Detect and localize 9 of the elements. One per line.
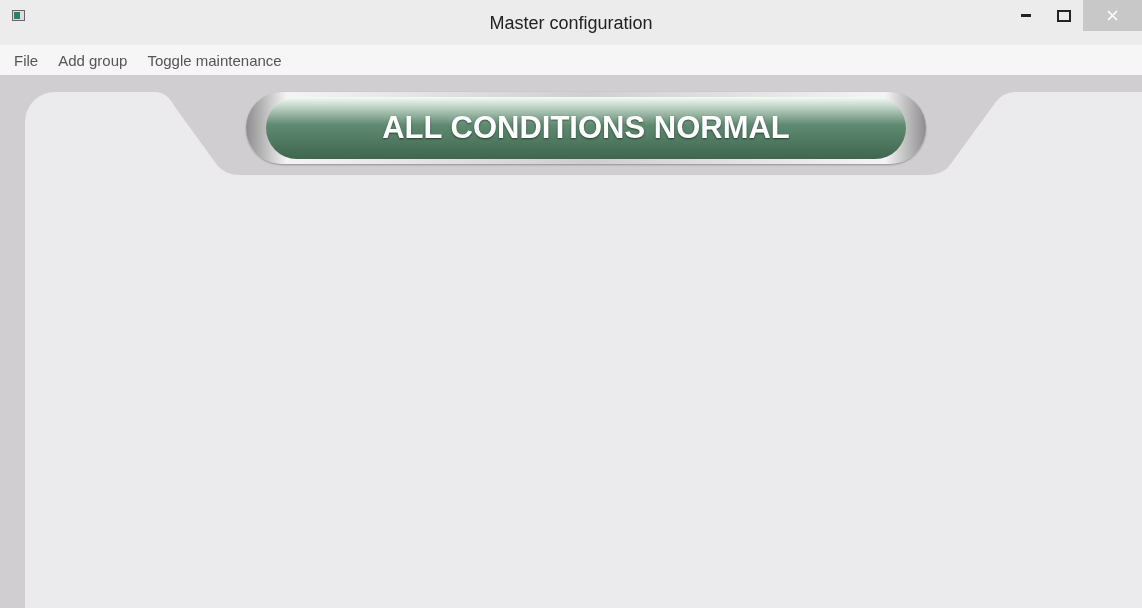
menu-item[interactable]: File — [14, 51, 39, 69]
maximize-icon — [1057, 9, 1071, 22]
menu-item[interactable]: Toggle maintenance — [147, 51, 282, 69]
window-title: Master configuration — [488, 13, 654, 34]
app-icon — [12, 10, 25, 21]
menu-item[interactable]: Add group — [58, 51, 128, 69]
minimize-icon — [1021, 14, 1031, 17]
close-icon — [1107, 10, 1118, 21]
status-text: ALL CONDITIONS NORMAL — [382, 110, 790, 146]
